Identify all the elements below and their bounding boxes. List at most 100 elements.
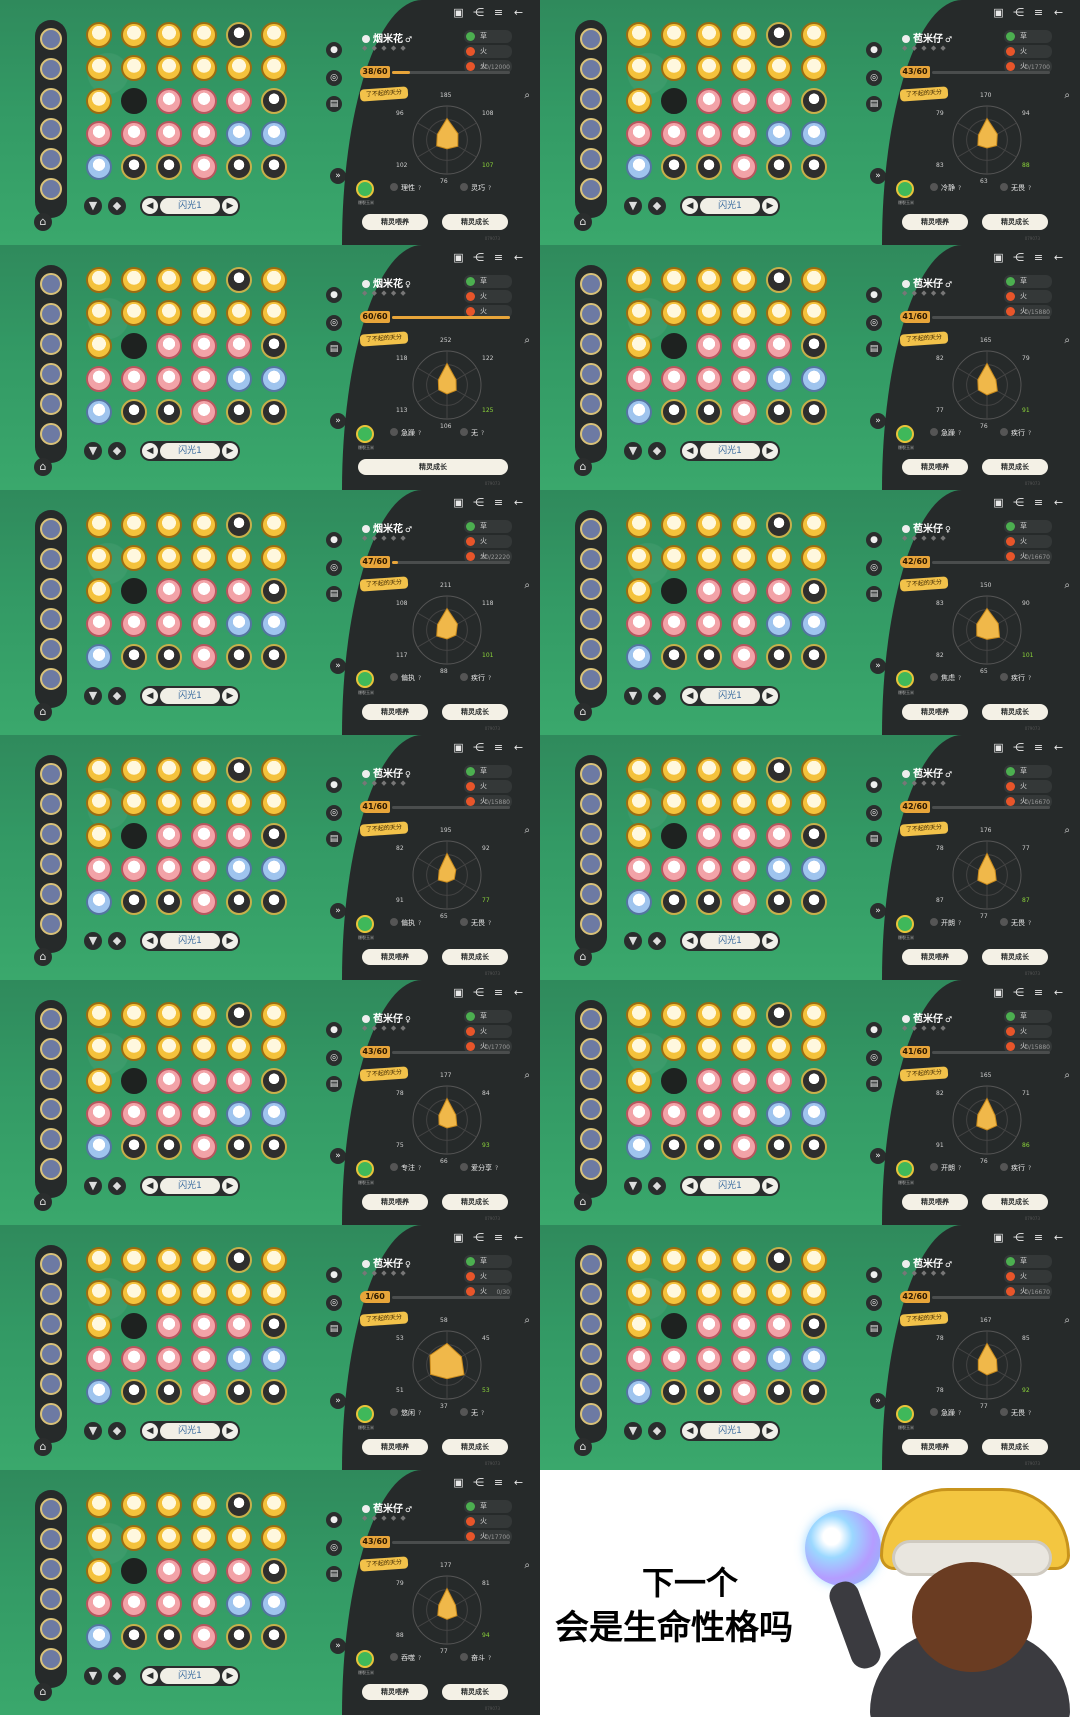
pet-avatar[interactable] (766, 644, 792, 670)
pet-avatar[interactable] (801, 55, 827, 81)
nature-1[interactable]: 冷静? (930, 183, 961, 195)
team-slot-1[interactable] (580, 1008, 602, 1030)
pet-avatar[interactable] (121, 366, 147, 392)
home-icon[interactable]: ⌂ (34, 1193, 52, 1211)
team-slot-2[interactable] (580, 793, 602, 815)
team-slot-5[interactable] (580, 638, 602, 660)
sort-icon[interactable]: ◆ (108, 687, 126, 705)
nature-2[interactable]: 疾行? (1000, 1163, 1031, 1175)
empty-slot[interactable] (121, 578, 147, 604)
pet-avatar[interactable] (661, 611, 687, 637)
nature-1[interactable]: 急躁? (390, 428, 421, 440)
pet-avatar[interactable] (86, 611, 112, 637)
pet-silhouette-icon[interactable]: ● (866, 1267, 882, 1283)
pet-avatar[interactable] (121, 1035, 147, 1061)
pet-avatar[interactable] (661, 55, 687, 81)
help-icon[interactable]: ? (958, 430, 961, 437)
pet-avatar[interactable] (801, 333, 827, 359)
back-icon[interactable]: ← (1052, 6, 1065, 19)
pet-avatar[interactable] (261, 757, 287, 783)
pet-avatar[interactable] (226, 545, 252, 571)
pet-avatar[interactable] (801, 22, 827, 48)
pet-avatar[interactable] (226, 823, 252, 849)
gallery-icon[interactable]: ▣ (452, 251, 465, 264)
team-slot-4[interactable] (580, 853, 602, 875)
grow-button[interactable]: 精灵成长 (442, 1684, 508, 1700)
team-slot-6[interactable] (40, 913, 62, 935)
pet-avatar[interactable] (156, 1525, 182, 1551)
team-slot-3[interactable] (580, 823, 602, 845)
pet-avatar[interactable] (261, 366, 287, 392)
pet-avatar[interactable] (731, 889, 757, 915)
pet-avatar[interactable] (156, 1558, 182, 1584)
page-next-button[interactable]: ▶ (222, 1423, 238, 1439)
pet-avatar[interactable] (156, 611, 182, 637)
share-icon[interactable]: ⋲ (1012, 986, 1025, 999)
pet-avatar[interactable] (191, 578, 217, 604)
team-slot-3[interactable] (40, 823, 62, 845)
pet-avatar[interactable] (191, 889, 217, 915)
pet-avatar[interactable] (731, 578, 757, 604)
pet-avatar[interactable] (86, 1002, 112, 1028)
page-prev-button[interactable]: ◀ (142, 1668, 158, 1684)
help-icon[interactable]: ? (418, 675, 421, 682)
pet-avatar[interactable] (226, 757, 252, 783)
pet-avatar[interactable] (226, 1591, 252, 1617)
help-icon[interactable]: ? (488, 185, 491, 192)
pet-avatar[interactable] (696, 512, 722, 538)
pet-avatar[interactable] (191, 267, 217, 293)
nature-2[interactable]: 无? (460, 428, 484, 440)
grow-button[interactable]: 精灵成长 (982, 459, 1048, 475)
team-slot-3[interactable] (40, 1558, 62, 1580)
filter-icon[interactable]: ▼ (624, 932, 642, 950)
nature-1[interactable]: 焦虑? (930, 673, 961, 685)
book-icon[interactable]: ▤ (326, 341, 342, 357)
search-icon[interactable]: ⌕ (524, 825, 530, 836)
page-next-button[interactable]: ▶ (762, 198, 778, 214)
pet-avatar[interactable] (191, 1379, 217, 1405)
help-icon[interactable]: ? (1028, 185, 1031, 192)
pet-avatar[interactable] (261, 1035, 287, 1061)
back-icon[interactable]: ← (512, 1231, 525, 1244)
pet-avatar[interactable] (261, 1247, 287, 1273)
pet-avatar[interactable] (801, 1313, 827, 1339)
pet-avatar[interactable] (121, 1492, 147, 1518)
team-slot-2[interactable] (40, 1038, 62, 1060)
pet-avatar[interactable] (801, 1068, 827, 1094)
help-icon[interactable]: ? (418, 920, 421, 927)
share-icon[interactable]: ⋲ (472, 986, 485, 999)
team-slot-4[interactable] (580, 118, 602, 140)
menu-icon[interactable]: ≡ (1032, 1231, 1045, 1244)
team-slot-5[interactable] (580, 148, 602, 170)
sort-icon[interactable]: ◆ (108, 1667, 126, 1685)
page-next-button[interactable]: ▶ (222, 198, 238, 214)
pet-avatar[interactable] (766, 366, 792, 392)
nature-1[interactable]: 急躁? (930, 1408, 961, 1420)
empty-slot[interactable] (661, 578, 687, 604)
pet-silhouette-icon[interactable]: ● (326, 287, 342, 303)
team-slot-2[interactable] (580, 1038, 602, 1060)
pet-avatar[interactable] (766, 333, 792, 359)
pet-avatar[interactable] (86, 1591, 112, 1617)
pet-avatar[interactable] (191, 545, 217, 571)
pet-avatar[interactable] (696, 333, 722, 359)
pet-avatar[interactable] (801, 512, 827, 538)
pet-avatar[interactable] (191, 1280, 217, 1306)
filter-icon[interactable]: ▼ (84, 687, 102, 705)
pet-avatar[interactable] (696, 644, 722, 670)
pet-avatar[interactable] (626, 1313, 652, 1339)
menu-icon[interactable]: ≡ (492, 496, 505, 509)
back-icon[interactable]: ← (512, 986, 525, 999)
gallery-icon[interactable]: ▣ (992, 6, 1005, 19)
filter-icon[interactable]: ▼ (624, 1422, 642, 1440)
team-slot-6[interactable] (580, 1403, 602, 1425)
pet-silhouette-icon[interactable]: ● (326, 1022, 342, 1038)
team-slot-1[interactable] (40, 763, 62, 785)
pet-avatar[interactable] (156, 88, 182, 114)
pet-avatar[interactable] (626, 1035, 652, 1061)
team-slot-2[interactable] (580, 303, 602, 325)
pet-avatar[interactable] (801, 790, 827, 816)
pet-avatar[interactable] (731, 267, 757, 293)
help-icon[interactable]: ? (488, 920, 491, 927)
pet-avatar[interactable] (121, 154, 147, 180)
